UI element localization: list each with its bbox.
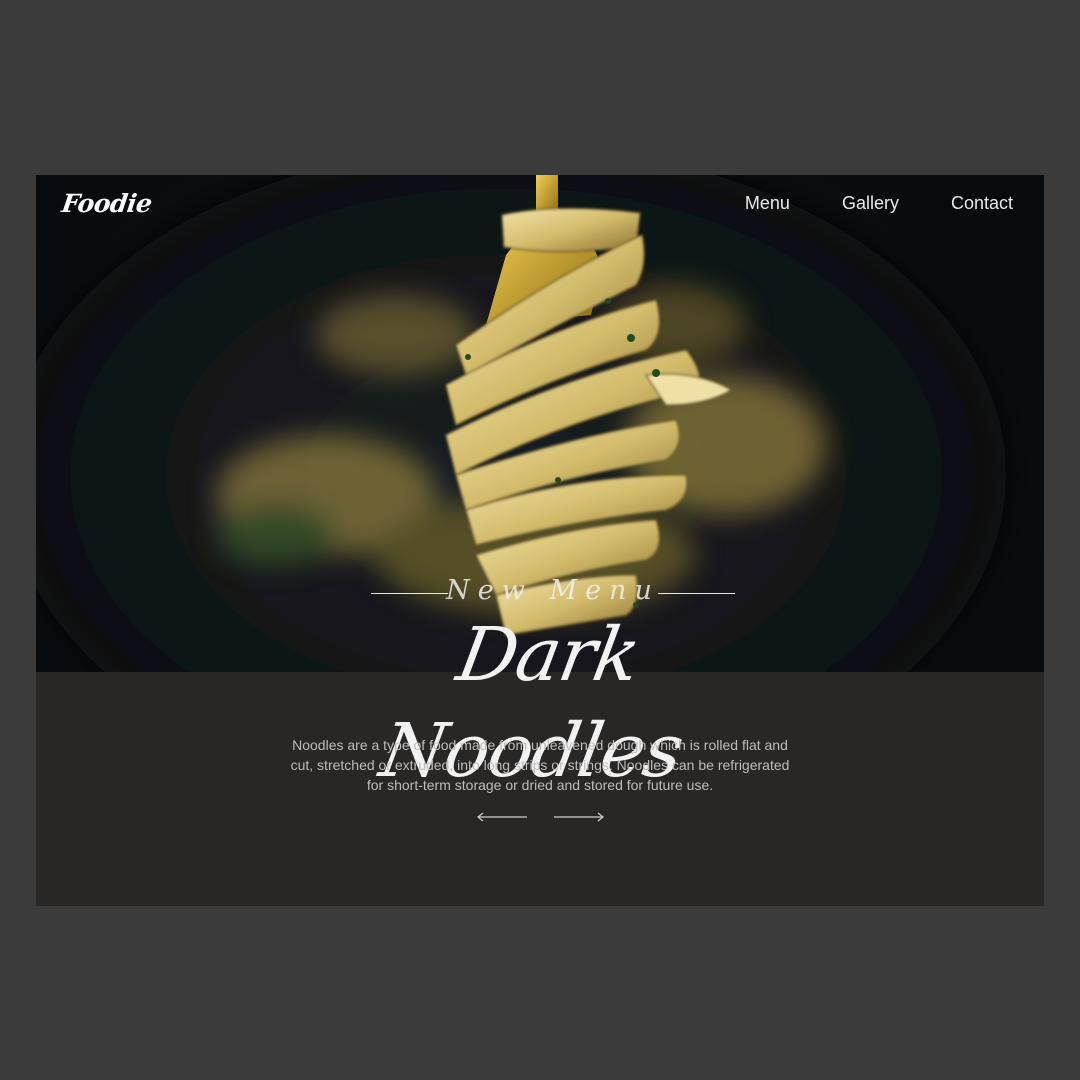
landing-card: Foodie Menu Gallery Contact New Menu Dar… <box>36 175 1044 906</box>
arrow-left-icon[interactable] <box>476 809 528 830</box>
brand-logo[interactable]: Foodie <box>60 189 154 218</box>
arrow-right-icon[interactable] <box>553 809 605 830</box>
nav-item-contact[interactable]: Contact <box>951 193 1013 214</box>
nav-item-gallery[interactable]: Gallery <box>842 193 899 214</box>
eyebrow-text: New Menu <box>446 575 660 606</box>
eyebrow-divider-right <box>658 593 735 594</box>
nav-item-menu[interactable]: Menu <box>745 193 790 214</box>
hero-description: Noodles are a type of food made from unl… <box>290 737 790 793</box>
slider-controls <box>476 809 606 825</box>
main-nav: Menu Gallery Contact <box>745 193 1013 214</box>
